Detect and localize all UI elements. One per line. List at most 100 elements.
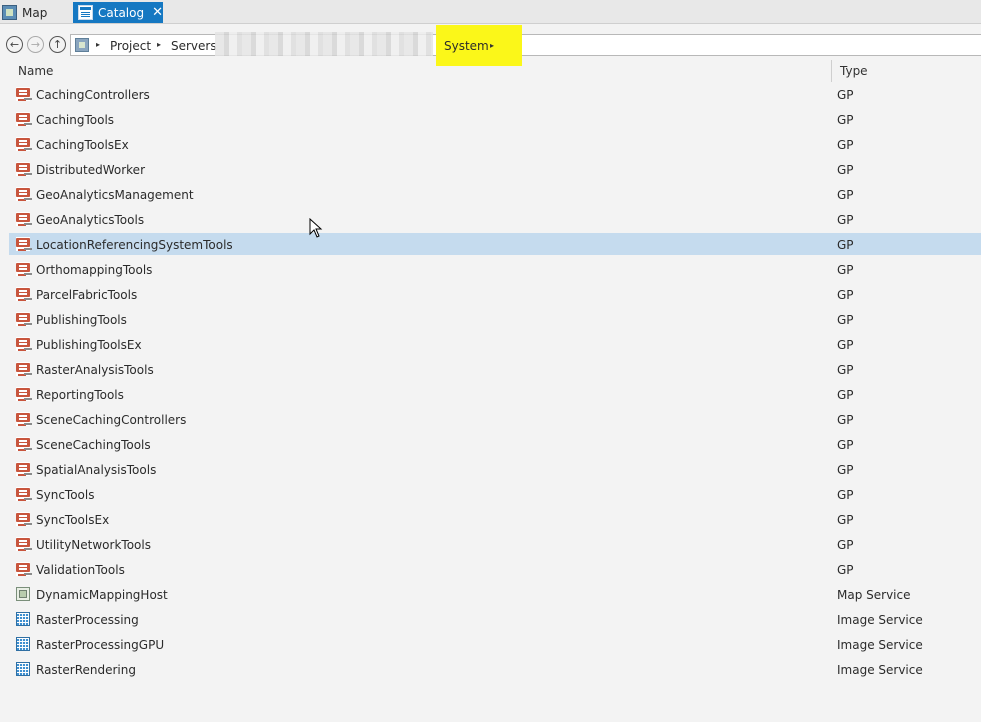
list-item[interactable]: PublishingTools GP — [0, 308, 981, 333]
column-header-name[interactable]: Name — [18, 64, 53, 78]
item-name: RasterAnalysisTools — [36, 363, 154, 377]
item-type: Image Service — [837, 663, 923, 677]
gp-service-icon — [16, 162, 30, 176]
list-item[interactable]: SceneCachingTools GP — [0, 433, 981, 458]
item-name: PublishingTools — [36, 313, 127, 327]
tab-strip: Map Catalog ✕ — [0, 0, 981, 24]
item-type: GP — [837, 163, 854, 177]
item-type: Map Service — [837, 588, 911, 602]
gp-service-icon — [16, 362, 30, 376]
list-item[interactable]: ParcelFabricTools GP — [0, 283, 981, 308]
item-type: GP — [837, 288, 854, 302]
item-type: GP — [837, 88, 854, 102]
gp-service-icon — [16, 312, 30, 326]
up-button[interactable]: ↑ — [49, 36, 66, 53]
item-name: CachingToolsEx — [36, 138, 129, 152]
item-name: SceneCachingTools — [36, 438, 151, 452]
breadcrumb-servers[interactable]: Servers — [171, 39, 217, 53]
item-type: GP — [837, 438, 854, 452]
gp-service-icon — [16, 87, 30, 101]
item-name: GeoAnalyticsTools — [36, 213, 145, 227]
list-item[interactable]: PublishingToolsEx GP — [0, 333, 981, 358]
map-service-icon — [16, 587, 30, 601]
item-name: ReportingTools — [36, 388, 124, 402]
gp-service-icon — [16, 187, 30, 201]
list-item[interactable]: SpatialAnalysisTools GP — [0, 458, 981, 483]
tab-map[interactable]: Map — [2, 2, 68, 23]
item-type: GP — [837, 263, 854, 277]
list-item[interactable]: GeoAnalyticsTools GP — [0, 208, 981, 233]
list-item[interactable]: ReportingTools GP — [0, 383, 981, 408]
tab-map-label: Map — [22, 5, 48, 20]
forward-arrow-icon: → — [30, 38, 41, 51]
item-type: GP — [837, 338, 854, 352]
mouse-cursor-icon — [309, 218, 323, 238]
breadcrumb-system[interactable]: System — [444, 39, 489, 53]
item-type: GP — [837, 413, 854, 427]
item-name: DistributedWorker — [36, 163, 146, 177]
column-divider[interactable] — [831, 60, 832, 82]
breadcrumb-project[interactable]: Project — [110, 39, 151, 53]
list-item[interactable]: SceneCachingControllers GP — [0, 408, 981, 433]
item-type: GP — [837, 313, 854, 327]
list-item[interactable]: DistributedWorker GP — [0, 158, 981, 183]
item-name: SyncTools — [36, 488, 95, 502]
list-item[interactable]: RasterRendering Image Service — [0, 658, 981, 683]
forward-button[interactable]: → — [27, 36, 44, 53]
gp-service-icon — [16, 562, 30, 576]
gp-service-icon — [16, 412, 30, 426]
back-arrow-icon: ← — [9, 38, 20, 51]
item-type: GP — [837, 388, 854, 402]
item-type: GP — [837, 188, 854, 202]
list-item[interactable]: UtilityNetworkTools GP — [0, 533, 981, 558]
image-service-icon — [16, 662, 30, 676]
item-name: RasterProcessing — [36, 613, 139, 627]
catalog-icon — [78, 5, 93, 20]
list-item[interactable]: OrthomappingTools GP — [0, 258, 981, 283]
list-item[interactable]: CachingTools GP — [0, 108, 981, 133]
list-item[interactable]: RasterProcessingGPU Image Service — [0, 633, 981, 658]
breadcrumb-separator[interactable]: ▸ — [96, 40, 100, 49]
address-bar[interactable]: ▸ Project ▸ Servers — [70, 34, 981, 56]
column-header-type[interactable]: Type — [840, 64, 868, 78]
gp-service-icon — [16, 437, 30, 451]
item-name: ParcelFabricTools — [36, 288, 138, 302]
item-name: RasterRendering — [36, 663, 136, 677]
item-type: Image Service — [837, 638, 923, 652]
gp-service-icon — [16, 112, 30, 126]
list-item[interactable]: CachingControllers GP — [0, 83, 981, 108]
gp-service-icon — [16, 137, 30, 151]
gp-service-icon — [16, 512, 30, 526]
item-type: GP — [837, 363, 854, 377]
item-name: CachingTools — [36, 113, 115, 127]
list-item-selected[interactable]: LocationReferencingSystemTools GP — [0, 233, 981, 258]
list-item[interactable]: GeoAnalyticsManagement GP — [0, 183, 981, 208]
list-item[interactable]: CachingToolsEx GP — [0, 133, 981, 158]
catalog-list: CachingControllers GP CachingTools GP Cach… — [0, 83, 981, 683]
close-icon[interactable]: ✕ — [152, 6, 163, 19]
item-type: GP — [837, 463, 854, 477]
list-item[interactable]: SyncTools GP — [0, 483, 981, 508]
tab-catalog[interactable]: Catalog ✕ — [73, 2, 163, 23]
list-item[interactable]: RasterAnalysisTools GP — [0, 358, 981, 383]
tab-catalog-label: Catalog — [98, 5, 145, 20]
item-name: LocationReferencingSystemTools — [36, 238, 233, 252]
list-item[interactable]: RasterProcessing Image Service — [0, 608, 981, 633]
item-name: GeoAnalyticsManagement — [36, 188, 194, 202]
back-button[interactable]: ← — [6, 36, 23, 53]
map-icon — [2, 5, 17, 20]
item-type: Image Service — [837, 613, 923, 627]
gp-service-icon — [16, 337, 30, 351]
item-name: DynamicMappingHost — [36, 588, 168, 602]
up-arrow-icon: ↑ — [52, 38, 63, 51]
list-item[interactable]: ValidationTools GP — [0, 558, 981, 583]
item-type: GP — [837, 238, 854, 252]
gp-service-icon — [16, 287, 30, 301]
breadcrumb-separator[interactable]: ▸ — [490, 41, 494, 50]
item-name: CachingControllers — [36, 88, 150, 102]
gp-service-icon — [16, 462, 30, 476]
list-item[interactable]: SyncToolsEx GP — [0, 508, 981, 533]
list-item[interactable]: DynamicMappingHost Map Service — [0, 583, 981, 608]
breadcrumb-separator[interactable]: ▸ — [157, 40, 161, 49]
item-name: RasterProcessingGPU — [36, 638, 165, 652]
